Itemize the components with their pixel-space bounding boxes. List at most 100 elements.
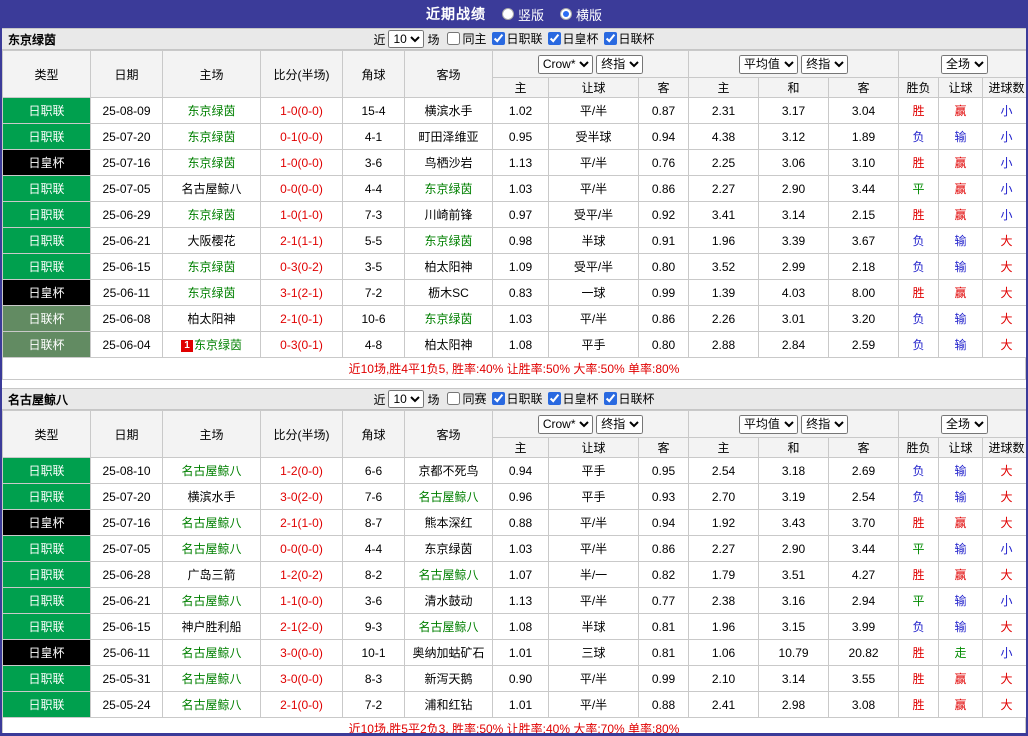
filter-option[interactable]: 日联杯 xyxy=(599,390,655,407)
home-team[interactable]: 名古屋鲸八 xyxy=(162,639,261,666)
home-team-name[interactable]: 东京绿茵 xyxy=(194,338,242,352)
home-team[interactable]: 东京绿茵 xyxy=(162,279,261,306)
away-team[interactable]: 横滨水手 xyxy=(404,97,493,124)
away-team-name[interactable]: 名古屋鲸八 xyxy=(418,490,478,504)
home-team[interactable]: 名古屋鲸八 xyxy=(162,691,261,718)
away-team[interactable]: 町田泽维亚 xyxy=(404,123,493,150)
match-score[interactable]: 3-0(0-0) xyxy=(260,665,343,692)
away-team[interactable]: 柏太阳神 xyxy=(404,331,493,358)
asia-stage-select[interactable]: 终指 xyxy=(596,414,644,434)
match-score[interactable]: 2-1(1-1) xyxy=(260,227,343,254)
away-team-name[interactable]: 柏太阳神 xyxy=(424,338,472,352)
away-team-name[interactable]: 熊本深红 xyxy=(424,516,472,530)
recent-count-select[interactable]: 10 xyxy=(388,390,425,408)
home-team-name[interactable]: 大阪樱花 xyxy=(187,234,235,248)
away-team[interactable]: 新泻天鹅 xyxy=(404,665,493,692)
match-score[interactable]: 0-1(0-0) xyxy=(260,123,343,150)
match-score[interactable]: 0-0(0-0) xyxy=(260,535,343,562)
home-team-name[interactable]: 名古屋鲸八 xyxy=(181,672,241,686)
match-score[interactable]: 0-0(0-0) xyxy=(260,175,343,202)
away-team-name[interactable]: 东京绿茵 xyxy=(424,542,472,556)
match-score[interactable]: 1-0(0-0) xyxy=(260,149,343,176)
recent-count-select[interactable]: 10 xyxy=(388,30,425,48)
away-team-name[interactable]: 町田泽维亚 xyxy=(418,130,478,144)
away-team[interactable]: 东京绿茵 xyxy=(404,535,493,562)
home-team[interactable]: 横滨水手 xyxy=(162,483,261,510)
match-score[interactable]: 0-3(0-1) xyxy=(260,331,343,358)
home-team[interactable]: 名古屋鲸八 xyxy=(162,457,261,484)
filter-option[interactable]: 日职联 xyxy=(487,30,543,47)
home-team[interactable]: 名古屋鲸八 xyxy=(162,175,261,202)
home-team[interactable]: 神户胜利船 xyxy=(162,613,261,640)
away-team-name[interactable]: 名古屋鲸八 xyxy=(418,620,478,634)
away-team[interactable]: 浦和红钻 xyxy=(404,691,493,718)
home-team[interactable]: 1 东京绿茵 xyxy=(162,331,261,358)
home-team-name[interactable]: 名古屋鲸八 xyxy=(181,594,241,608)
home-team-name[interactable]: 名古屋鲸八 xyxy=(181,516,241,530)
match-score[interactable]: 3-0(0-0) xyxy=(260,639,343,666)
home-team[interactable]: 东京绿茵 xyxy=(162,97,261,124)
filter-checkbox[interactable] xyxy=(547,392,561,405)
match-score[interactable]: 2-1(1-0) xyxy=(260,509,343,536)
home-team[interactable]: 东京绿茵 xyxy=(162,253,261,280)
euro-source-select[interactable]: 平均值 xyxy=(738,54,798,74)
away-team-name[interactable]: 枥木SC xyxy=(428,286,469,300)
home-team[interactable]: 广岛三箭 xyxy=(162,561,261,588)
away-team[interactable]: 鸟栖沙岩 xyxy=(404,149,493,176)
filter-option[interactable]: 同赛 xyxy=(442,390,487,407)
layout-radio-vertical[interactable]: 竖版 xyxy=(501,5,544,24)
home-team-name[interactable]: 广岛三箭 xyxy=(187,568,235,582)
away-team-name[interactable]: 清水鼓动 xyxy=(424,594,472,608)
away-team[interactable]: 东京绿茵 xyxy=(404,305,493,332)
home-team-name[interactable]: 横滨水手 xyxy=(187,490,235,504)
filter-option[interactable]: 日皇杯 xyxy=(543,390,599,407)
away-team[interactable]: 京都不死鸟 xyxy=(404,457,493,484)
away-team-name[interactable]: 东京绿茵 xyxy=(424,182,472,196)
match-score[interactable]: 3-0(2-0) xyxy=(260,483,343,510)
away-team[interactable]: 柏太阳神 xyxy=(404,253,493,280)
scope-select[interactable]: 全场 xyxy=(941,414,989,434)
home-team[interactable]: 东京绿茵 xyxy=(162,123,261,150)
away-team-name[interactable]: 京都不死鸟 xyxy=(418,464,478,478)
match-score[interactable]: 1-2(0-2) xyxy=(260,561,343,588)
home-team[interactable]: 大阪樱花 xyxy=(162,227,261,254)
away-team-name[interactable]: 名古屋鲸八 xyxy=(418,568,478,582)
home-team-name[interactable]: 东京绿茵 xyxy=(187,156,235,170)
filter-checkbox[interactable] xyxy=(491,392,505,405)
home-team-name[interactable]: 神户胜利船 xyxy=(181,620,241,634)
filter-checkbox[interactable] xyxy=(603,32,617,45)
away-team-name[interactable]: 奥纳加蛄矿石 xyxy=(412,646,484,660)
filter-checkbox[interactable] xyxy=(491,32,505,45)
filter-checkbox[interactable] xyxy=(447,392,461,405)
match-score[interactable]: 3-1(2-1) xyxy=(260,279,343,306)
away-team-name[interactable]: 柏太阳神 xyxy=(424,260,472,274)
away-team-name[interactable]: 东京绿茵 xyxy=(424,234,472,248)
filter-checkbox[interactable] xyxy=(447,32,461,45)
filter-option[interactable]: 日职联 xyxy=(487,390,543,407)
filter-checkbox[interactable] xyxy=(547,32,561,45)
home-team-name[interactable]: 名古屋鲸八 xyxy=(181,646,241,660)
away-team[interactable]: 川崎前锋 xyxy=(404,201,493,228)
home-team-name[interactable]: 东京绿茵 xyxy=(187,104,235,118)
away-team[interactable]: 奥纳加蛄矿石 xyxy=(404,639,493,666)
away-team[interactable]: 枥木SC xyxy=(404,279,493,306)
home-team[interactable]: 名古屋鲸八 xyxy=(162,509,261,536)
match-score[interactable]: 0-3(0-2) xyxy=(260,253,343,280)
match-score[interactable]: 1-2(0-0) xyxy=(260,457,343,484)
home-team-name[interactable]: 东京绿茵 xyxy=(187,260,235,274)
home-team-name[interactable]: 东京绿茵 xyxy=(187,286,235,300)
euro-stage-select[interactable]: 终指 xyxy=(801,54,849,74)
home-team[interactable]: 柏太阳神 xyxy=(162,305,261,332)
away-team-name[interactable]: 浦和红钻 xyxy=(424,698,472,712)
away-team[interactable]: 熊本深红 xyxy=(404,509,493,536)
away-team-name[interactable]: 东京绿茵 xyxy=(424,312,472,326)
away-team-name[interactable]: 鸟栖沙岩 xyxy=(424,156,472,170)
away-team-name[interactable]: 新泻天鹅 xyxy=(424,672,472,686)
home-team-name[interactable]: 名古屋鲸八 xyxy=(181,182,241,196)
match-score[interactable]: 2-1(0-1) xyxy=(260,305,343,332)
match-score[interactable]: 2-1(2-0) xyxy=(260,613,343,640)
match-score[interactable]: 2-1(0-0) xyxy=(260,691,343,718)
asia-source-select[interactable]: Crow* xyxy=(537,414,593,434)
asia-source-select[interactable]: Crow* xyxy=(537,54,593,74)
home-team-name[interactable]: 柏太阳神 xyxy=(187,312,235,326)
